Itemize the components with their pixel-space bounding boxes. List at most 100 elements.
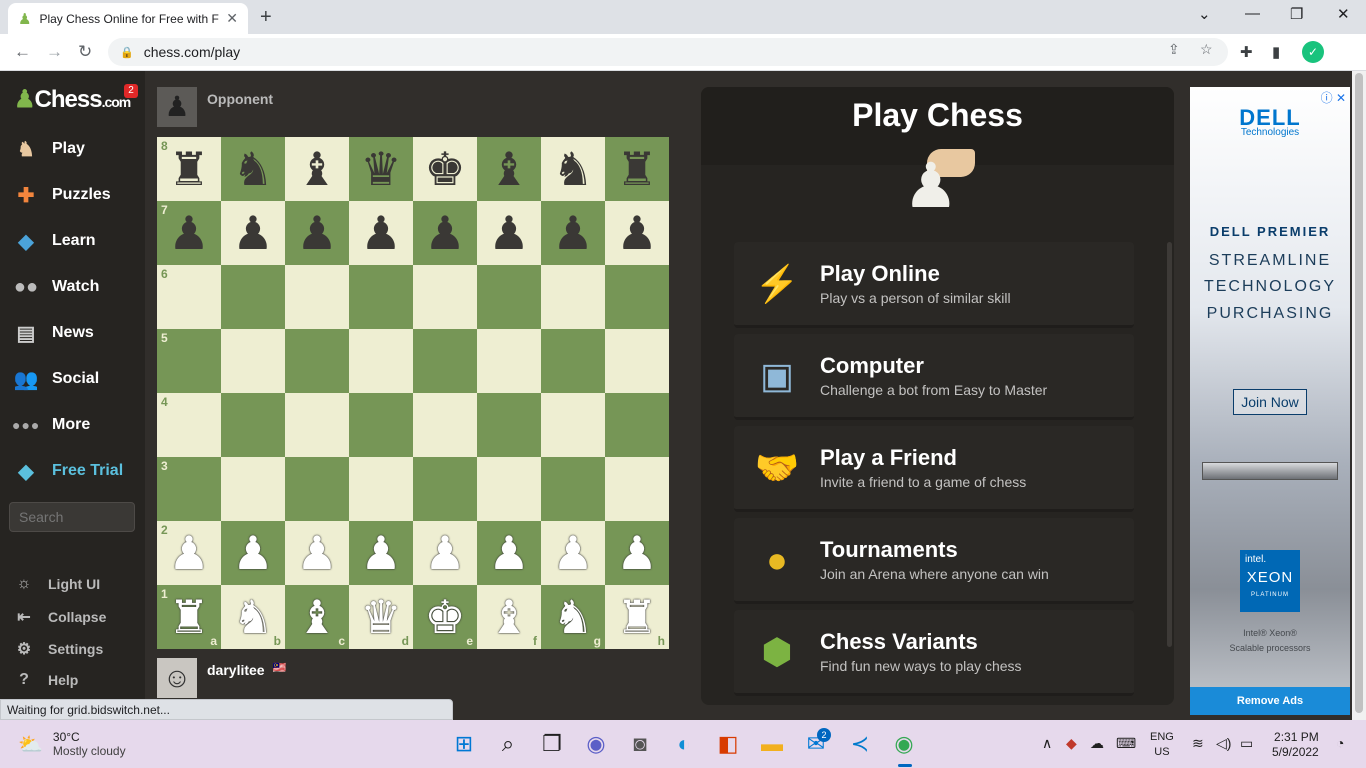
chrome-icon[interactable]: ◉ (889, 731, 919, 757)
task-view-icon[interactable]: ❐ (537, 731, 567, 757)
board-square[interactable]: ♟ (349, 201, 413, 265)
board-square[interactable] (413, 457, 477, 521)
board-square[interactable]: ♞ (541, 137, 605, 201)
help-button[interactable]: ? Help (12, 671, 142, 689)
board-square[interactable] (477, 393, 541, 457)
profile-icon[interactable]: ✓ (1302, 41, 1324, 63)
board-square[interactable]: ♝ (285, 137, 349, 201)
black-piece[interactable]: ♟ (360, 210, 401, 256)
file-explorer-icon[interactable]: ▬ (757, 731, 787, 757)
computer-option[interactable]: ▣ Computer Challenge a bot from Easy to … (734, 334, 1134, 420)
panel-scrollbar[interactable] (1167, 242, 1172, 647)
page-scrollbar[interactable] (1352, 71, 1366, 720)
white-piece[interactable]: ♝ (488, 594, 529, 640)
sidebar-item-watch[interactable]: ●● Watch (0, 267, 145, 307)
board-square[interactable]: ♟ (285, 201, 349, 265)
white-piece[interactable]: ♟ (616, 530, 657, 576)
antivirus-icon[interactable]: ◆ (1066, 735, 1077, 752)
white-piece[interactable]: ♟ (488, 530, 529, 576)
remove-ads-button[interactable]: Remove Ads (1190, 687, 1350, 715)
board-square[interactable]: ♟ (221, 521, 285, 585)
search-icon[interactable]: ⌕ (493, 731, 523, 757)
white-piece[interactable]: ♟ (296, 530, 337, 576)
search-input[interactable] (9, 502, 135, 532)
board-square[interactable]: ♜ (605, 137, 669, 201)
board-square[interactable]: ♚ e (413, 585, 477, 649)
board-square[interactable] (285, 329, 349, 393)
sidebar-item-learn[interactable]: ◆ Learn (0, 221, 145, 261)
light-ui-toggle[interactable]: ☼ Light UI (12, 575, 142, 593)
black-piece[interactable]: ♟ (616, 210, 657, 256)
board-square[interactable]: ♟ (541, 201, 605, 265)
address-bar[interactable]: 🔒 chess.com/play ⇪ ☆ (108, 38, 1228, 66)
sidebar-item-puzzles[interactable]: ✚ Puzzles (0, 175, 145, 215)
board-square[interactable] (349, 457, 413, 521)
board-square[interactable] (221, 457, 285, 521)
board-square[interactable] (349, 265, 413, 329)
black-piece[interactable]: ♟ (488, 210, 529, 256)
board-square[interactable] (221, 393, 285, 457)
close-tab-icon[interactable]: ✕ (226, 10, 238, 27)
camera-icon[interactable]: ◙ (625, 731, 655, 757)
vscode-icon[interactable]: ≺ (845, 731, 875, 757)
board-square[interactable]: ♟ (413, 521, 477, 585)
keyboard-icon[interactable]: ⌨ (1116, 735, 1136, 752)
sidebar-item-play[interactable]: ♞ Play (0, 129, 145, 169)
board-square[interactable]: ♟ 7 (157, 201, 221, 265)
board-square[interactable]: ♜ 8 (157, 137, 221, 201)
board-square[interactable] (605, 457, 669, 521)
forward-arrow-icon[interactable]: → (46, 42, 63, 62)
dell-advertisement[interactable]: ⓘ ✕ DELL Technologies DELL PREMIER STREA… (1190, 87, 1350, 715)
edge-icon[interactable]: ◐ (669, 731, 699, 757)
cloud-icon[interactable]: ☁ (1090, 735, 1104, 752)
black-piece[interactable]: ♞ (232, 146, 273, 192)
board-square[interactable] (221, 329, 285, 393)
board-square[interactable] (541, 265, 605, 329)
white-piece[interactable]: ♟ (424, 530, 465, 576)
adchoices-icon[interactable]: ⓘ ✕ (1321, 89, 1346, 106)
black-piece[interactable]: ♜ (616, 146, 657, 192)
black-piece[interactable]: ♟ (168, 210, 209, 256)
board-square[interactable] (285, 265, 349, 329)
board-square[interactable] (541, 457, 605, 521)
notifications-icon[interactable]: ◔ (1336, 735, 1344, 751)
board-square[interactable] (477, 457, 541, 521)
sidebar-item-social[interactable]: 👥 Social (0, 359, 145, 399)
collapse-button[interactable]: ⇤ Collapse (12, 607, 142, 627)
back-arrow-icon[interactable]: ← (14, 42, 31, 62)
chevron-up-icon[interactable]: ∧ (1042, 735, 1052, 752)
board-square[interactable]: ♝ f (477, 585, 541, 649)
board-square[interactable]: ♟ (477, 201, 541, 265)
board-square[interactable] (477, 265, 541, 329)
notification-badge[interactable]: 2 (124, 84, 138, 98)
sidebar-item-news[interactable]: ▤ News (0, 313, 145, 353)
browser-tab[interactable]: ♟ Play Chess Online for Free with F ✕ (8, 3, 248, 34)
board-square[interactable]: ♟ (349, 521, 413, 585)
restore-icon[interactable]: ❐ (1290, 5, 1303, 23)
windows-start-icon[interactable]: ⊞ (449, 731, 479, 757)
reload-icon[interactable]: ↻ (78, 42, 92, 62)
chess-board[interactable]: ♜ 8 ♞ ♝ ♛ ♚ ♝ ♞ ♜ ♟ 7 ♟ ♟ ♟ ♟ ♟ ♟ ♟ 6 5 4 3 ♟ 2 ♟ ♟ ♟ ♟ ♟ ♟ ♟ ♜ 1 a ♞ b ♝ c ♛ d… (157, 137, 669, 649)
board-square[interactable]: ♚ (413, 137, 477, 201)
black-piece[interactable]: ♟ (232, 210, 273, 256)
black-piece[interactable]: ♟ (296, 210, 337, 256)
sidebar-item-more[interactable]: ●●● More (0, 405, 145, 445)
board-square[interactable] (413, 329, 477, 393)
weather-widget[interactable]: ⛅ 30°C Mostly cloudy (18, 730, 126, 758)
extensions-icon[interactable]: ✚ (1240, 43, 1253, 61)
board-square[interactable]: ♟ (605, 521, 669, 585)
white-piece[interactable]: ♚ (424, 594, 465, 640)
board-square[interactable]: ♜ h (605, 585, 669, 649)
board-square[interactable]: ♝ (477, 137, 541, 201)
office-icon[interactable]: ◧ (713, 731, 743, 757)
board-square[interactable]: ♞ (221, 137, 285, 201)
board-square[interactable] (605, 393, 669, 457)
board-square[interactable]: ♞ g (541, 585, 605, 649)
board-square[interactable]: 6 (157, 265, 221, 329)
lock-icon[interactable]: 🔒 (120, 46, 134, 59)
white-piece[interactable]: ♜ (616, 594, 657, 640)
sidebar-item-free-trial[interactable]: ◆ Free Trial (0, 451, 145, 491)
wifi-icon[interactable]: ≋ (1192, 735, 1204, 752)
board-square[interactable] (285, 393, 349, 457)
board-square[interactable]: 4 (157, 393, 221, 457)
